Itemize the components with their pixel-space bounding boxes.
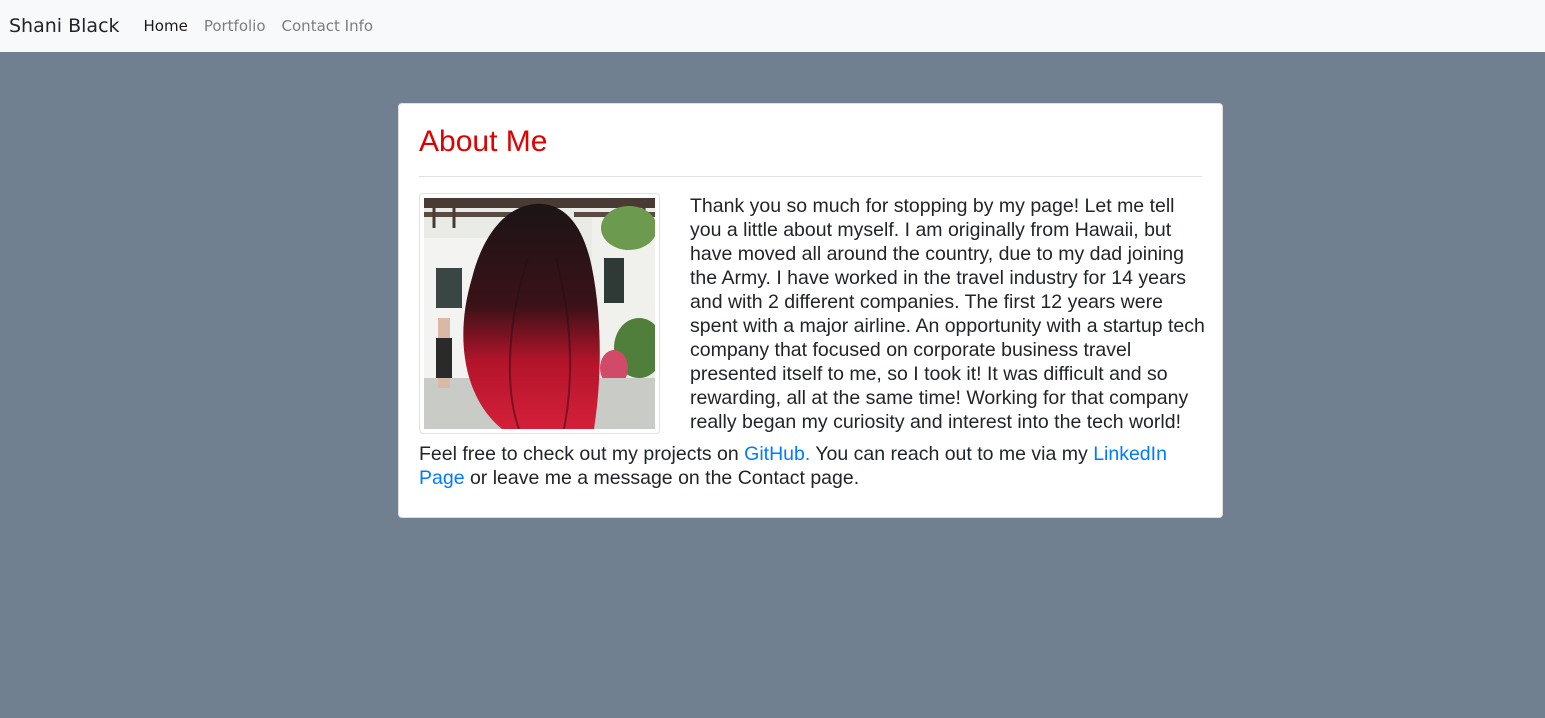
top-navbar: Shani Black Home Portfolio Contact Info xyxy=(0,0,1545,52)
about-me-card: About Me Thank you so much for stopping … xyxy=(398,103,1223,518)
contact-middle: You can reach out to me via my xyxy=(810,443,1094,465)
nav-link-home[interactable]: Home xyxy=(144,17,188,35)
nav-link-contact-info[interactable]: Contact Info xyxy=(282,17,374,35)
title-divider xyxy=(419,176,1202,177)
github-link[interactable]: GitHub. xyxy=(744,443,810,465)
profile-photo-image xyxy=(424,198,655,429)
profile-photo xyxy=(419,193,660,434)
contact-paragraph: Feel free to check out my projects on Gi… xyxy=(419,442,1209,490)
nav-link-portfolio[interactable]: Portfolio xyxy=(204,17,266,35)
bio-paragraph: Thank you so much for stopping by my pag… xyxy=(690,195,1205,433)
contact-prefix: Feel free to check out my projects on xyxy=(419,443,745,465)
brand-link[interactable]: Shani Black xyxy=(9,15,120,37)
contact-suffix: or leave me a message on the Contact pag… xyxy=(464,467,860,489)
about-me-title: About Me xyxy=(419,125,548,158)
